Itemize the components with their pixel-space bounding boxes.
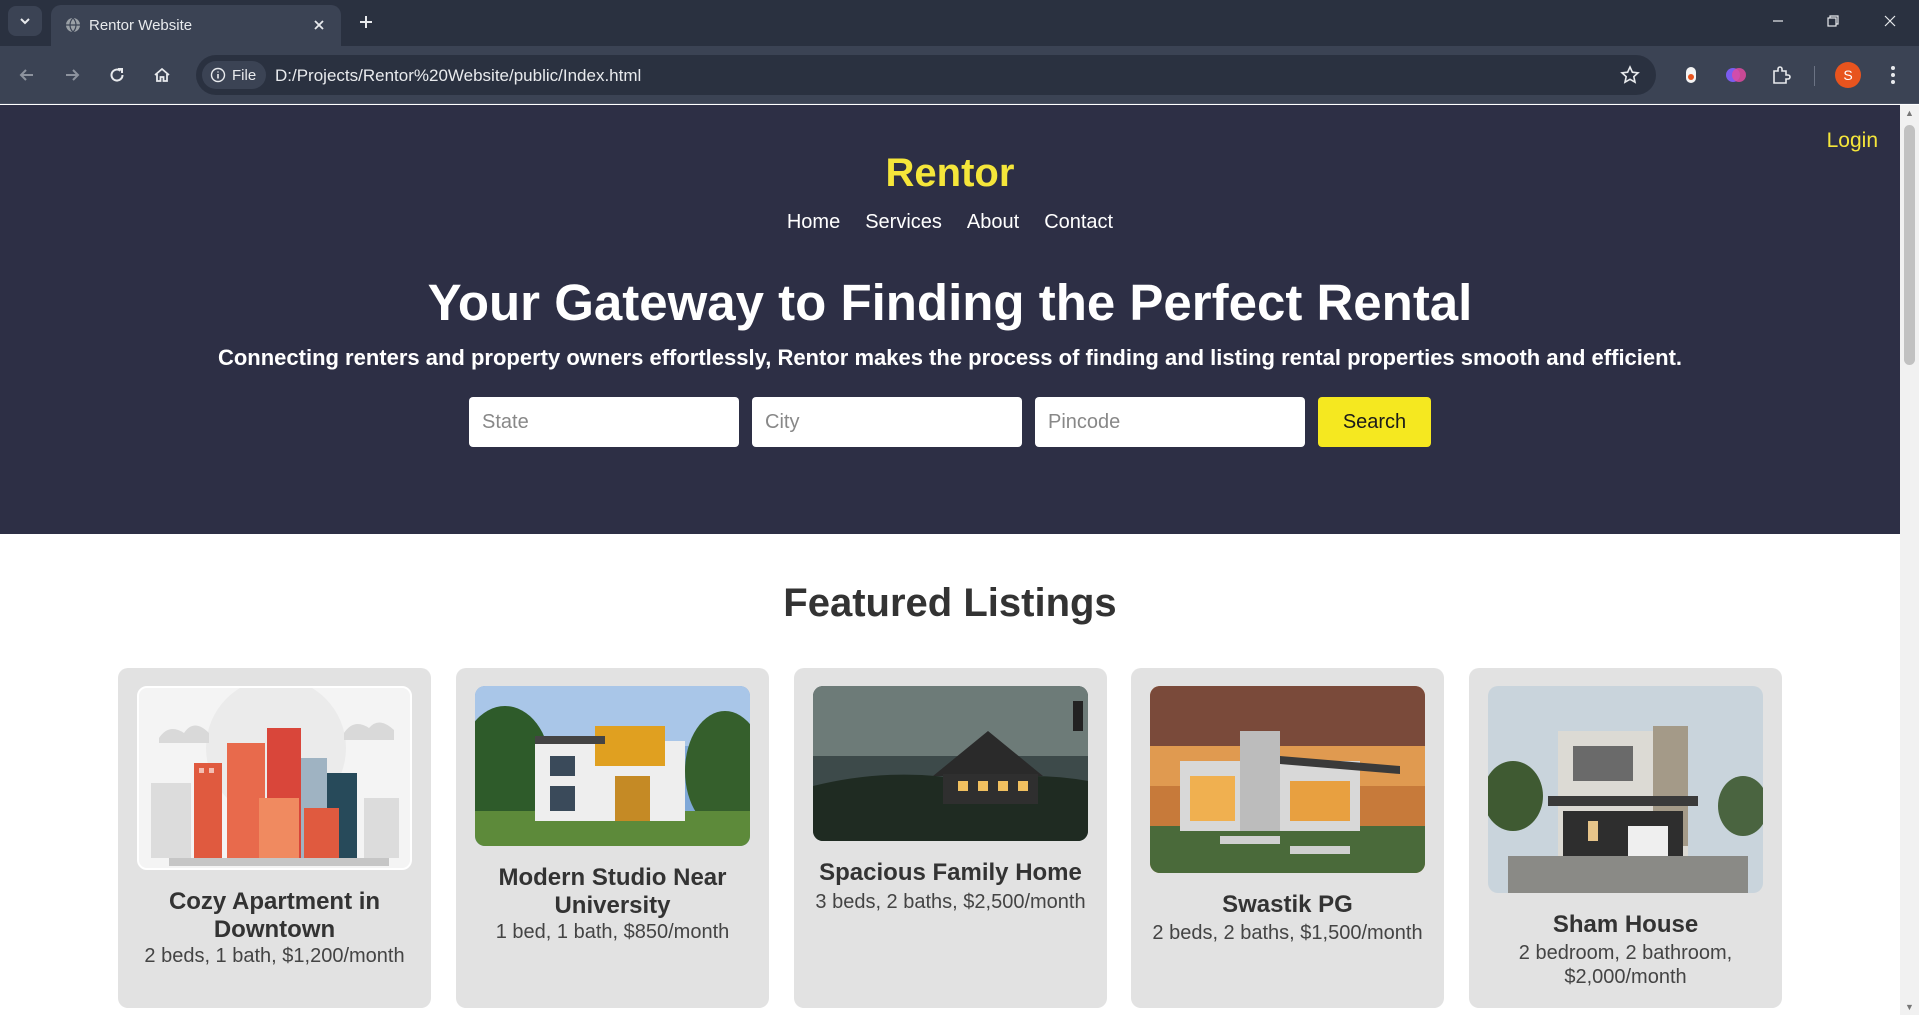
listing-title: Cozy Apartment in Downtown [168,888,381,943]
scroll-down-icon[interactable]: ▼ [1904,1002,1915,1012]
listing-title: Sham House [1552,911,1699,938]
listing-details: 2 beds, 2 baths, $1,500/month [1152,922,1423,944]
nav-about[interactable]: About [967,211,1019,234]
hero-subline: Connecting renters and property owners e… [217,345,1683,370]
restore-icon [1827,15,1839,27]
listing-title: Spacious Family Home [819,859,1082,886]
profile-avatar[interactable]: S [1835,62,1861,88]
browser-tabstrip: Rentor Website [0,0,1919,46]
record-extension-icon [1686,67,1696,83]
forward-button[interactable] [55,58,89,92]
brand-logo[interactable]: Rentor [0,151,1900,196]
hero-section: Login Rentor Home Services About Contact… [0,105,1900,534]
bookmark-button[interactable] [1618,63,1642,87]
page-scrollbar[interactable]: ▲ ▼ [1900,105,1919,1015]
browser-toolbar: File D:/Projects/Rentor%20Website/public… [0,46,1919,104]
extension-brain-button[interactable] [1722,61,1750,89]
listing-details: 1 bed, 1 bath, $850/month [495,921,730,943]
site-info-label: File [232,66,257,84]
tab-title: Rentor Website [89,17,193,34]
chevron-down-icon [20,18,30,25]
window-close-button[interactable] [1870,6,1910,36]
listing-image [813,686,1088,841]
brain-extension-icon [1726,68,1746,82]
site-info-chip[interactable]: File [202,61,267,89]
nav-services[interactable]: Services [865,211,942,234]
browser-tab[interactable]: Rentor Website [51,5,341,46]
city-illustration [139,688,410,868]
search-form: Search [469,397,1431,447]
state-input[interactable] [469,397,739,447]
extensions-button[interactable] [1767,61,1795,89]
hero-headline: Your Gateway to Finding the Perfect Rent… [427,274,1473,331]
search-button[interactable]: Search [1318,397,1431,447]
listing-details: 2 beds, 1 bath, $1,200/month [144,945,405,967]
listing-card[interactable]: Cozy Apartment in Downtown 2 beds, 1 bat… [118,668,431,1008]
scroll-up-icon[interactable]: ▲ [1904,108,1915,118]
back-button[interactable] [10,58,44,92]
pincode-input[interactable] [1035,397,1305,447]
main-nav: Home Services About Contact [0,211,1900,234]
modern-house-photo [475,686,750,846]
toolbar-divider [1814,66,1815,86]
listing-title: Swastik PG [1222,891,1353,918]
listing-details: 2 bedroom, 2 bathroom, $2,000/month [1518,942,1733,988]
reload-button[interactable] [100,58,134,92]
family-home-photo [813,686,1088,841]
page-viewport: Login Rentor Home Services About Contact… [0,105,1900,1015]
forward-icon [66,69,80,81]
listing-card[interactable]: Sham House 2 bedroom, 2 bathroom, $2,000… [1469,668,1782,1008]
globe-icon [66,17,80,33]
sham-house-photo [1488,686,1763,893]
listing-details: 3 beds, 2 baths, $2,500/month [815,891,1086,913]
new-tab-button[interactable] [352,8,380,36]
restore-button[interactable] [1813,6,1853,36]
listing-card[interactable]: Modern Studio Near University 1 bed, 1 b… [456,668,769,1008]
address-bar[interactable]: File D:/Projects/Rentor%20Website/public… [196,55,1656,95]
close-icon [314,20,324,30]
city-input[interactable] [752,397,1022,447]
listing-card[interactable]: Swastik PG 2 beds, 2 baths, $1,500/month [1131,668,1444,1008]
extension-record-button[interactable] [1677,61,1705,89]
url-text[interactable]: D:/Projects/Rentor%20Website/public/Inde… [275,66,641,86]
minimize-icon [1773,20,1783,22]
listing-image [1488,686,1763,893]
star-icon [1620,65,1640,84]
plus-icon [360,16,372,28]
scroll-thumb[interactable] [1904,125,1915,365]
reload-icon [110,68,124,82]
tab-list-button[interactable] [8,6,42,36]
back-icon [19,69,33,81]
kebab-menu-icon [1891,66,1895,84]
listing-title: Modern Studio Near University [498,864,727,919]
browser-menu-button[interactable] [1880,60,1906,90]
login-link[interactable]: Login [1827,129,1878,153]
listing-image [137,686,412,870]
minimize-button[interactable] [1758,6,1798,36]
nav-contact[interactable]: Contact [1044,211,1113,234]
listing-image [1150,686,1425,873]
nav-home[interactable]: Home [787,211,840,234]
home-button[interactable] [145,58,179,92]
listing-image [475,686,750,846]
window-close-icon [1884,15,1896,27]
info-icon [210,67,226,83]
home-icon [154,67,170,82]
tab-close-button[interactable] [309,15,329,35]
listing-card[interactable]: Spacious Family Home 3 beds, 2 baths, $2… [794,668,1107,1008]
extension-icon [1773,66,1791,84]
featured-listings-title: Featured Listings [783,581,1117,625]
villa-photo [1150,686,1425,873]
